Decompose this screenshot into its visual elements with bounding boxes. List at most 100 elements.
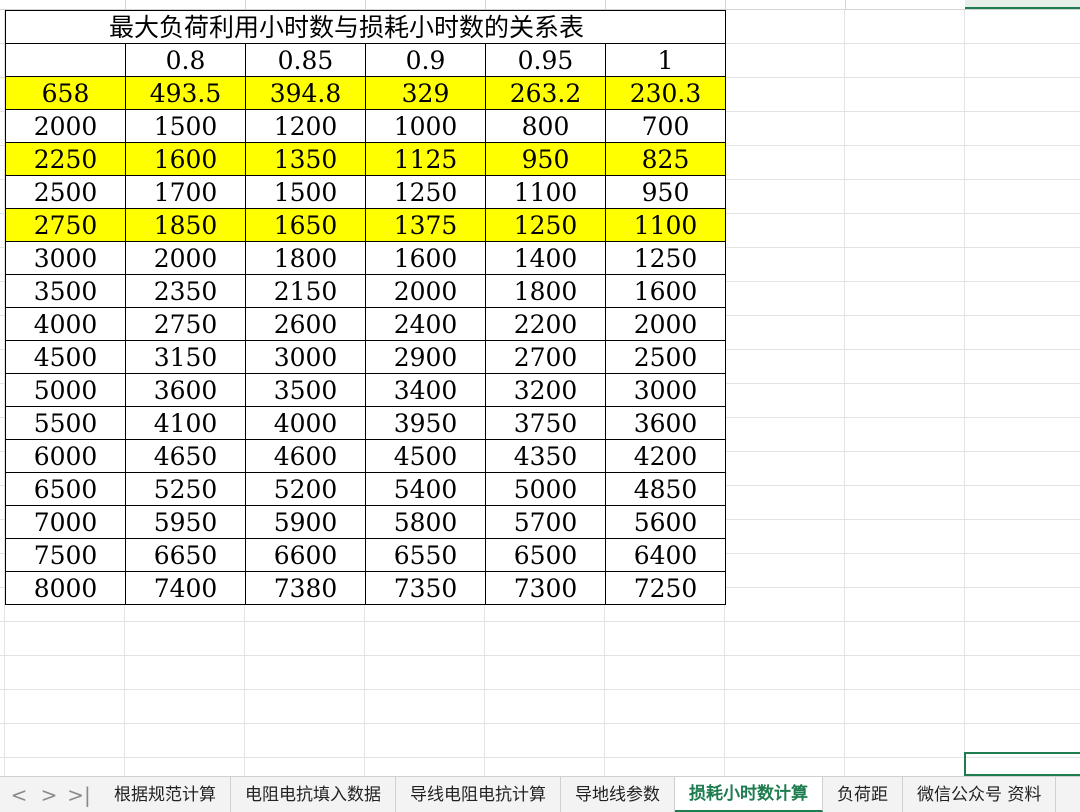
table-cell[interactable]: 1100 <box>605 208 726 242</box>
row-header-cell[interactable]: 5500 <box>5 406 126 440</box>
header-cell[interactable]: 0.85 <box>245 43 366 77</box>
table-cell[interactable]: 7300 <box>485 571 606 605</box>
table-cell[interactable]: 329 <box>365 76 486 110</box>
table-cell[interactable]: 4850 <box>605 472 726 506</box>
table-cell[interactable]: 263.2 <box>485 76 606 110</box>
table-cell[interactable]: 4200 <box>605 439 726 473</box>
prev-sheet-icon[interactable]: < <box>4 778 34 812</box>
table-cell[interactable]: 6400 <box>605 538 726 572</box>
table-cell[interactable]: 800 <box>485 109 606 143</box>
table-cell[interactable]: 2000 <box>605 307 726 341</box>
active-column-header[interactable] <box>965 0 1080 9</box>
table-cell[interactable]: 1250 <box>485 208 606 242</box>
row-header-cell[interactable]: 6000 <box>5 439 126 473</box>
table-cell[interactable]: 1250 <box>365 175 486 209</box>
table-cell[interactable]: 493.5 <box>125 76 246 110</box>
table-cell[interactable]: 1200 <box>245 109 366 143</box>
table-cell[interactable]: 2350 <box>125 274 246 308</box>
header-cell[interactable]: 0.95 <box>485 43 606 77</box>
table-cell[interactable]: 2200 <box>485 307 606 341</box>
table-cell[interactable]: 1700 <box>125 175 246 209</box>
table-cell[interactable]: 3000 <box>245 340 366 374</box>
row-header-cell[interactable]: 4000 <box>5 307 126 341</box>
next-sheet-icon[interactable]: > <box>34 778 64 812</box>
table-cell[interactable]: 5600 <box>605 505 726 539</box>
table-cell[interactable]: 1100 <box>485 175 606 209</box>
table-cell[interactable]: 5400 <box>365 472 486 506</box>
row-header-cell[interactable]: 2250 <box>5 142 126 176</box>
table-cell[interactable]: 4350 <box>485 439 606 473</box>
table-cell[interactable]: 4500 <box>365 439 486 473</box>
table-cell[interactable]: 7250 <box>605 571 726 605</box>
table-cell[interactable]: 1650 <box>245 208 366 242</box>
table-cell[interactable]: 2000 <box>125 241 246 275</box>
table-cell[interactable]: 3600 <box>605 406 726 440</box>
sheet-tab-active[interactable]: 损耗小时数计算 <box>675 777 823 812</box>
row-header-cell[interactable]: 7000 <box>5 505 126 539</box>
table-cell[interactable]: 1250 <box>605 241 726 275</box>
table-cell[interactable]: 1125 <box>365 142 486 176</box>
table-cell[interactable]: 230.3 <box>605 76 726 110</box>
table-cell[interactable]: 5800 <box>365 505 486 539</box>
table-cell[interactable]: 1600 <box>365 241 486 275</box>
table-cell[interactable]: 825 <box>605 142 726 176</box>
table-cell[interactable]: 1350 <box>245 142 366 176</box>
sheet-tab[interactable]: 根据规范计算 <box>100 777 231 812</box>
table-cell[interactable]: 2700 <box>485 340 606 374</box>
column-header-strip[interactable] <box>0 0 1080 10</box>
row-header-cell[interactable]: 3500 <box>5 274 126 308</box>
sheet-tab[interactable]: 微信公众号 资料 <box>903 777 1057 812</box>
table-cell[interactable]: 2400 <box>365 307 486 341</box>
table-cell[interactable]: 4100 <box>125 406 246 440</box>
table-cell[interactable]: 3750 <box>485 406 606 440</box>
sheet-tab[interactable]: 导地线参数 <box>561 777 675 812</box>
table-cell[interactable]: 5700 <box>485 505 606 539</box>
table-cell[interactable]: 950 <box>605 175 726 209</box>
table-cell[interactable]: 3200 <box>485 373 606 407</box>
table-cell[interactable]: 1800 <box>485 274 606 308</box>
sheet-tab[interactable]: 负荷距 <box>823 777 903 812</box>
table-cell[interactable]: 1375 <box>365 208 486 242</box>
row-header-cell[interactable]: 4500 <box>5 340 126 374</box>
header-cell[interactable]: 0.8 <box>125 43 246 77</box>
table-cell[interactable]: 4650 <box>125 439 246 473</box>
table-cell[interactable]: 3950 <box>365 406 486 440</box>
table-cell[interactable]: 3000 <box>605 373 726 407</box>
header-cell[interactable]: 0.9 <box>365 43 486 77</box>
table-cell[interactable]: 700 <box>605 109 726 143</box>
table-cell[interactable]: 2900 <box>365 340 486 374</box>
table-cell[interactable]: 6650 <box>125 538 246 572</box>
table-cell[interactable]: 3600 <box>125 373 246 407</box>
table-cell[interactable]: 1850 <box>125 208 246 242</box>
table-cell[interactable]: 2000 <box>365 274 486 308</box>
table-cell[interactable]: 1500 <box>245 175 366 209</box>
table-cell[interactable]: 1400 <box>485 241 606 275</box>
table-cell[interactable]: 1600 <box>605 274 726 308</box>
table-cell[interactable]: 7350 <box>365 571 486 605</box>
header-cell[interactable]: 1 <box>605 43 726 77</box>
table-cell[interactable]: 6600 <box>245 538 366 572</box>
row-header-cell[interactable]: 2750 <box>5 208 126 242</box>
row-header-cell[interactable]: 658 <box>5 76 126 110</box>
table-cell[interactable]: 1500 <box>125 109 246 143</box>
table-cell[interactable]: 394.8 <box>245 76 366 110</box>
table-cell[interactable]: 3400 <box>365 373 486 407</box>
header-cell[interactable] <box>5 43 126 77</box>
row-header-cell[interactable]: 6500 <box>5 472 126 506</box>
table-cell[interactable]: 4600 <box>245 439 366 473</box>
row-header-cell[interactable]: 5000 <box>5 373 126 407</box>
table-cell[interactable]: 1800 <box>245 241 366 275</box>
sheet-tab[interactable]: 电阻电抗填入数据 <box>231 777 396 812</box>
row-header-cell[interactable]: 2000 <box>5 109 126 143</box>
table-cell[interactable]: 6550 <box>365 538 486 572</box>
row-header-cell[interactable]: 7500 <box>5 538 126 572</box>
table-cell[interactable]: 3500 <box>245 373 366 407</box>
table-cell[interactable]: 6500 <box>485 538 606 572</box>
table-cell[interactable]: 1000 <box>365 109 486 143</box>
table-cell[interactable]: 4000 <box>245 406 366 440</box>
row-header-cell[interactable]: 8000 <box>5 571 126 605</box>
row-header-cell[interactable]: 2500 <box>5 175 126 209</box>
table-cell[interactable]: 2750 <box>125 307 246 341</box>
table-cell[interactable]: 3150 <box>125 340 246 374</box>
table-cell[interactable]: 5900 <box>245 505 366 539</box>
